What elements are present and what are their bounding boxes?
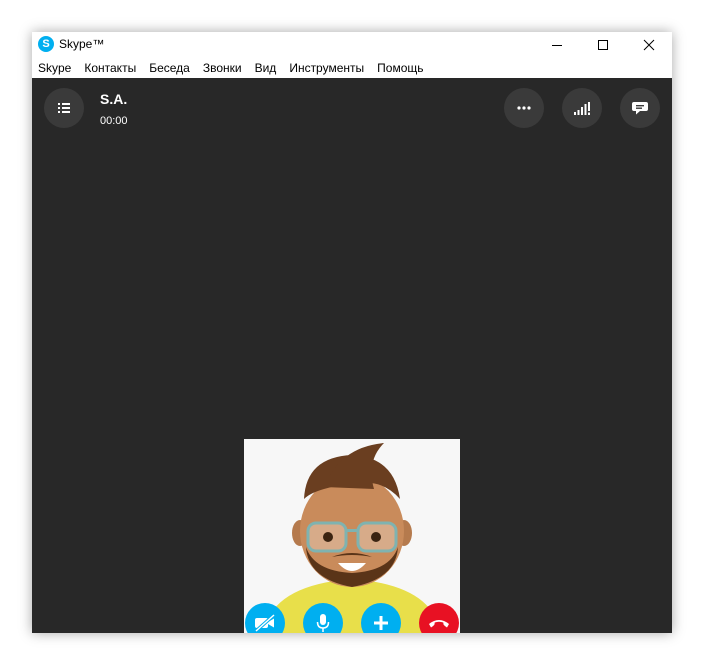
skype-logo-icon: S [38,36,54,52]
close-icon [643,39,655,51]
hang-up-icon [429,620,449,628]
menu-item-view[interactable]: Вид [255,61,277,75]
menu-item-help[interactable]: Помощь [377,61,423,75]
skype-window: S Skype™ Skype Контакты Беседа Звонки Ви… [32,32,672,633]
menu-item-tools[interactable]: Инструменты [289,61,364,75]
signal-strength-icon [574,102,590,115]
plus-icon [374,616,388,630]
self-video-preview [244,439,460,633]
window-title: Skype™ [59,37,105,51]
chat-button[interactable] [620,88,660,128]
menu-bar: Skype Контакты Беседа Звонки Вид Инструм… [32,58,672,78]
menu-item-calls[interactable]: Звонки [203,61,242,75]
maximize-button[interactable] [580,32,626,58]
maximize-icon [598,40,608,50]
title-bar: S Skype™ [32,32,672,58]
minimize-button[interactable] [534,32,580,58]
menu-item-contacts[interactable]: Контакты [84,61,136,75]
close-button[interactable] [626,32,672,58]
list-menu-icon [58,103,70,113]
minimize-icon [552,45,562,46]
more-dots-icon [517,106,531,110]
microphone-icon [316,614,330,632]
video-off-icon [254,613,276,633]
contact-name: S.A. [100,91,128,107]
call-timer: 00:00 [100,115,128,127]
participants-list-button[interactable] [44,88,84,128]
menu-item-skype[interactable]: Skype [38,61,71,75]
chat-bubble-icon [632,102,648,115]
call-view: S.A. 00:00 [32,78,672,633]
menu-item-conversation[interactable]: Беседа [149,61,190,75]
user-avatar-illustration [244,439,460,633]
call-quality-button[interactable] [562,88,602,128]
more-options-button[interactable] [504,88,544,128]
